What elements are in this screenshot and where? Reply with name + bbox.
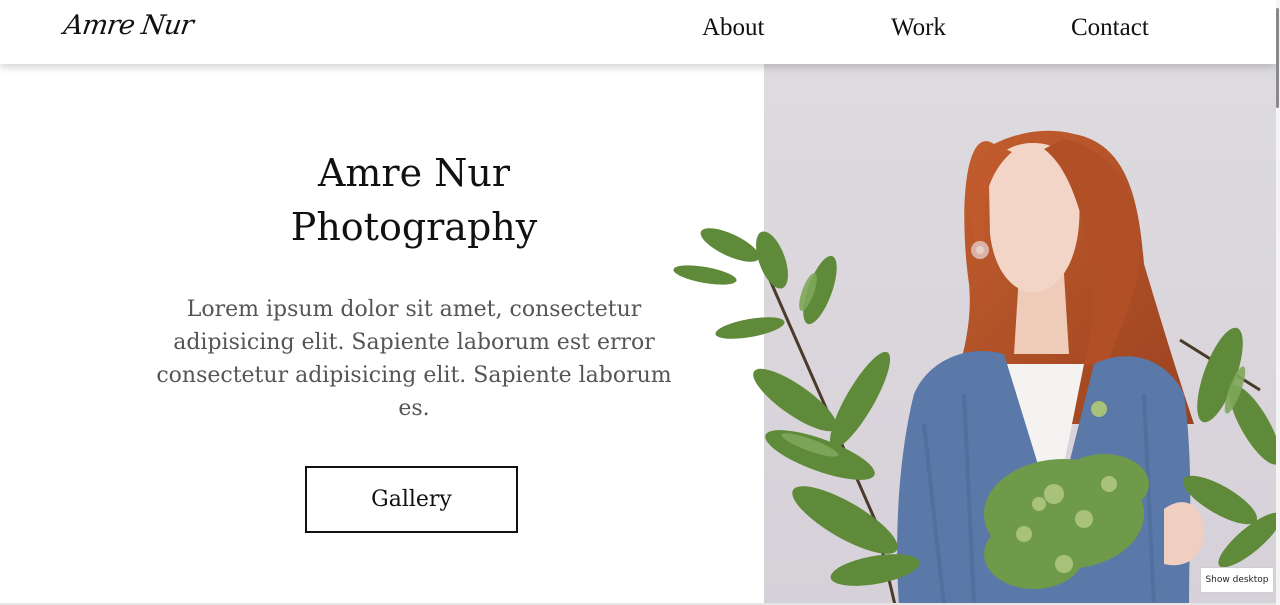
hero-description: Lorem ipsum dolor sit amet, consectetur … — [156, 297, 672, 421]
main-nav: About Work Contact — [0, 14, 1276, 50]
scrollbar-thumb[interactable] — [1276, 8, 1279, 108]
hero-title-line1: Amre Nur — [317, 151, 511, 195]
page-scrollbar[interactable] — [1276, 0, 1280, 605]
hero-title-line2: Photography — [290, 205, 538, 249]
hero-title: Amre Nur Photography — [214, 146, 614, 254]
site-header: Amre Nur About Work Contact — [0, 0, 1276, 64]
nav-link-contact[interactable]: Contact — [1071, 14, 1149, 42]
leaf-plants-decoration — [673, 228, 1280, 605]
gallery-button[interactable]: Gallery — [305, 466, 518, 533]
show-desktop-button[interactable]: Show desktop — [1200, 567, 1274, 593]
nav-link-work[interactable]: Work — [891, 14, 946, 42]
nav-link-about[interactable]: About — [702, 14, 765, 42]
